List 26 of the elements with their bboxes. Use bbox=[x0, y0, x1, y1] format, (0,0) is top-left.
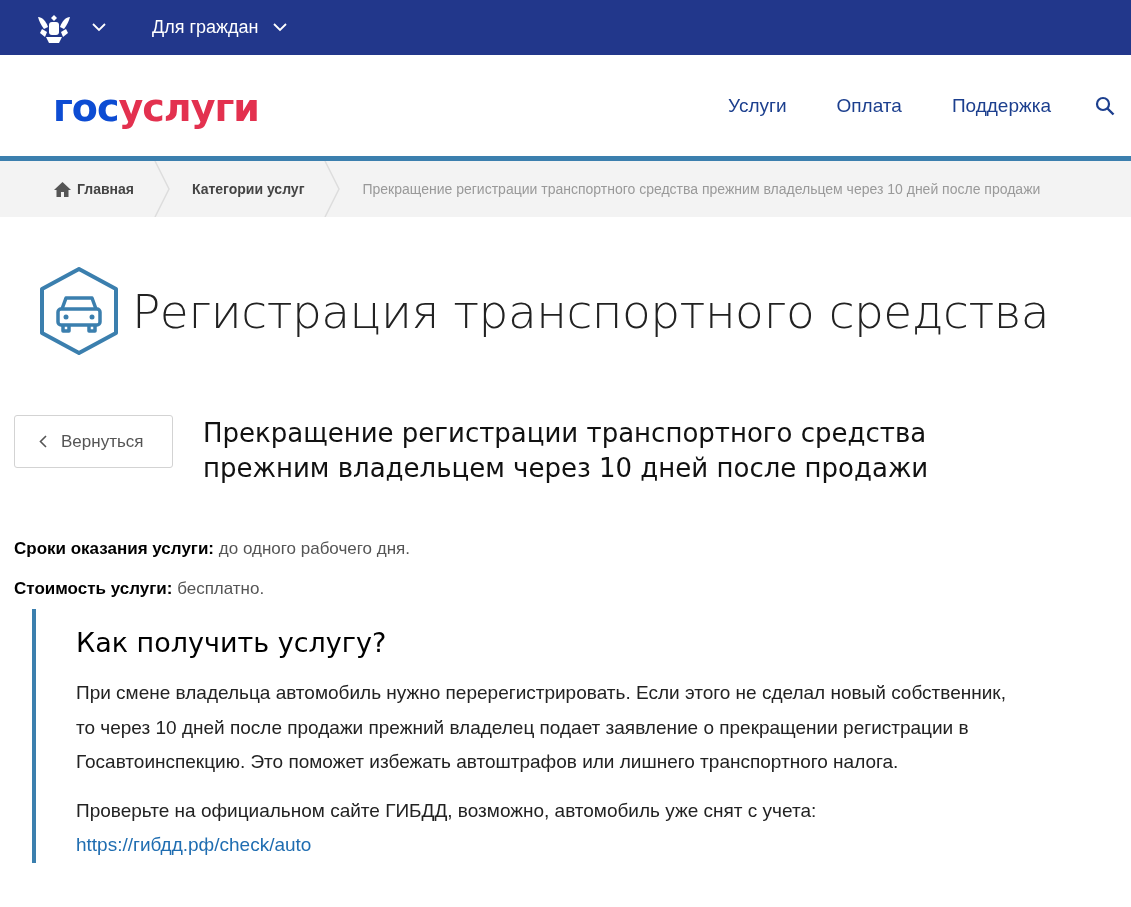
category-title: Регистрация транспортного средства bbox=[132, 283, 1050, 339]
service-fact: Сроки оказания услуги: до одного рабочего дня. bbox=[14, 539, 411, 559]
chevron-down-icon bbox=[272, 23, 287, 32]
logo-text[interactable]: услуги bbox=[118, 85, 259, 130]
breadcrumb-separator bbox=[324, 161, 341, 217]
paragraph: Проверьте на официальном сайте ГИБДД, возможно, автомобиль уже снят с учета: https://гибдд.рф/check/auto bbox=[76, 798, 818, 857]
search-icon[interactable] bbox=[1095, 95, 1115, 116]
breadcrumb-link[interactable]: Главная bbox=[54, 161, 134, 217]
nav-link[interactable]: Услуги bbox=[728, 94, 787, 117]
back-button[interactable]: Вернуться bbox=[14, 415, 173, 468]
home-icon bbox=[54, 181, 71, 197]
nav-link[interactable]: Оплата bbox=[836, 94, 902, 117]
service-fact: Стоимость услуги: бесплатно. bbox=[14, 579, 266, 599]
paragraph: При смене владельца автомобиль нужно перерегистрировать. Если этого не сделал новый собственник, то через 10 дней после продажи прежний владелец подает заявление о прекращении регистрации в Госавтоинспекцию. Это поможет избежать автоштрафов или лишнего транспортного налога. bbox=[76, 681, 1006, 774]
nav-link[interactable]: Поддержка bbox=[951, 94, 1051, 117]
car-icon bbox=[38, 267, 120, 355]
audience-menu[interactable]: Для граждан bbox=[152, 17, 287, 38]
breadcrumb-current: Прекращение регистрации транспортного средства прежним владельцем через 10 дней после продажи bbox=[362, 181, 1041, 197]
logo-text[interactable]: гос bbox=[53, 85, 119, 130]
chevron-left-icon bbox=[39, 435, 47, 448]
breadcrumb-separator bbox=[153, 161, 170, 217]
chevron-down-icon bbox=[92, 23, 106, 32]
link[interactable]: https://гибдд.рф/check/auto bbox=[76, 834, 312, 855]
service-title: Прекращение регистрации транспортного средства прежним владельцем через 10 дней после продажи bbox=[203, 417, 930, 485]
section-heading: Как получить услугу? bbox=[76, 627, 388, 658]
breadcrumb-link[interactable]: Категории услуг bbox=[191, 161, 305, 217]
